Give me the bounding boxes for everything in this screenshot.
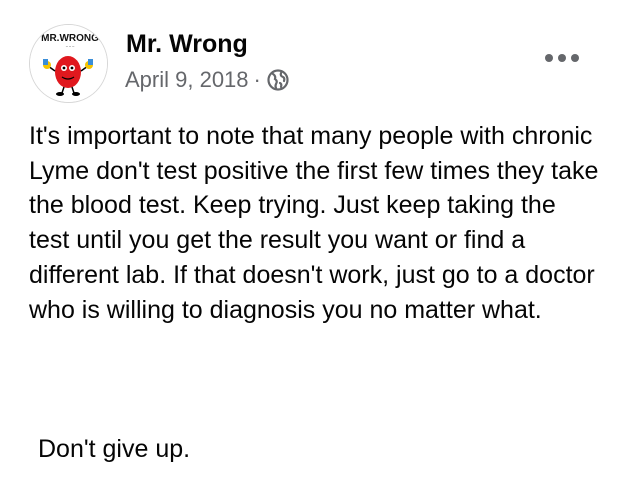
- avatar-logo-text: MR.WRONG: [41, 33, 99, 44]
- more-options-icon[interactable]: [545, 48, 579, 68]
- more-dot: [545, 54, 553, 62]
- author-name[interactable]: Mr. Wrong: [126, 29, 248, 59]
- svg-text:~ ~ ~: ~ ~ ~: [66, 44, 75, 49]
- mr-men-character-icon: MR.WRONG ~ ~ ~: [30, 25, 107, 102]
- globe-icon[interactable]: [267, 69, 289, 91]
- more-dot: [571, 54, 579, 62]
- meta-separator: ·: [253, 67, 261, 92]
- post-closing-line: Don't give up.: [38, 435, 191, 463]
- post-body: It's important to note that many people …: [29, 122, 599, 324]
- profile-avatar[interactable]: MR.WRONG ~ ~ ~: [29, 24, 108, 103]
- post-date[interactable]: April 9, 2018: [125, 66, 249, 94]
- more-dot: [558, 54, 566, 62]
- post-meta: April 9, 2018 ·: [125, 66, 289, 94]
